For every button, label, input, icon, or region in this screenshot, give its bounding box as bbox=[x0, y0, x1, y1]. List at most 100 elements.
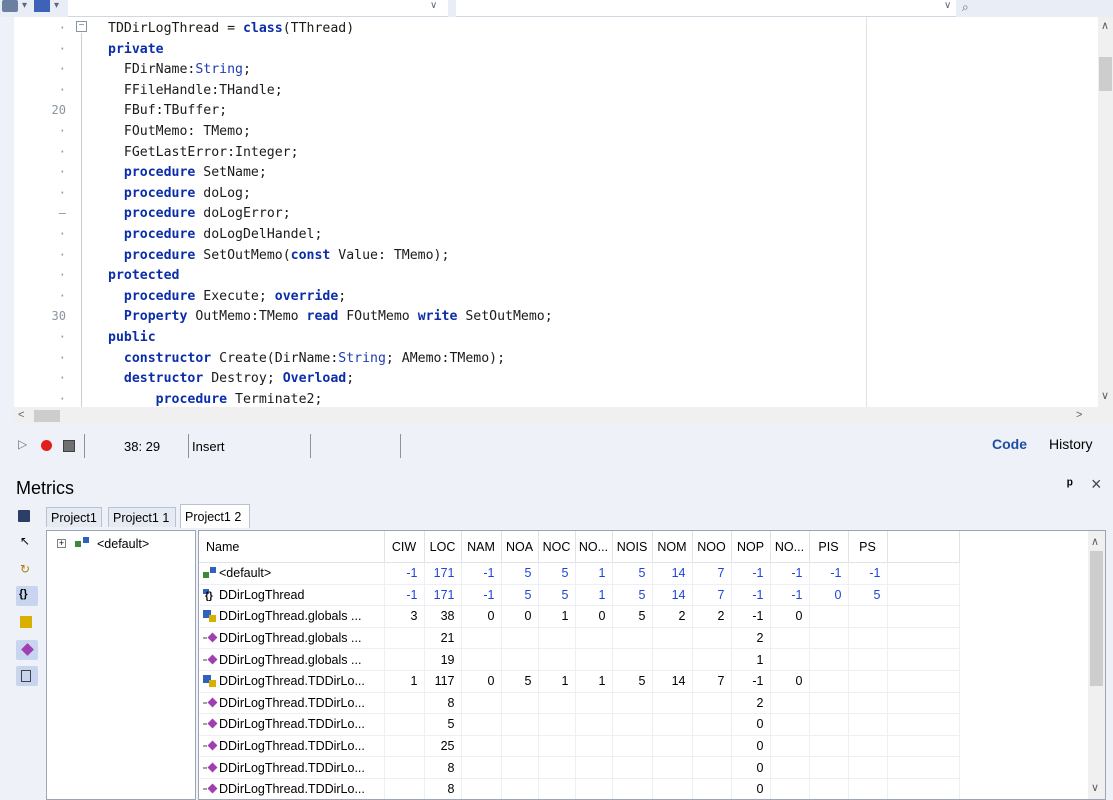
chevron-down-icon[interactable]: ▾ bbox=[22, 0, 27, 11]
chevron-down-icon[interactable]: ∨ bbox=[944, 0, 951, 11]
scroll-thumb[interactable] bbox=[34, 410, 60, 422]
code-editor[interactable]: · · · · 20 · · · · – · · · · 30 · · · · − TDDirLogThread =… bbox=[14, 17, 1098, 407]
method-icon bbox=[203, 762, 218, 774]
code-line[interactable]: FOutMemo: TMemo; bbox=[108, 124, 251, 139]
grid-vertical-scrollbar[interactable]: ∧ ∨ bbox=[1088, 530, 1106, 800]
column-header[interactable]: NOM bbox=[652, 531, 693, 563]
column-header[interactable]: NOC bbox=[538, 531, 576, 563]
table-row[interactable]: DDirLogThread.TDDirLo... 1 117 0 5 1 1 5 14 7 -1 0 bbox=[199, 670, 960, 693]
method-icon bbox=[203, 654, 218, 666]
code-line[interactable]: protected bbox=[108, 268, 179, 283]
scroll-down-icon[interactable]: ∨ bbox=[1091, 781, 1099, 794]
column-header[interactable]: Name bbox=[199, 531, 385, 563]
pin-icon[interactable]: ᵖ bbox=[1067, 476, 1073, 493]
metric-cell bbox=[384, 735, 425, 758]
play-icon[interactable]: ▷ bbox=[18, 437, 27, 451]
code-line[interactable]: constructor Create(DirName:String; AMemo… bbox=[108, 351, 505, 366]
tab-project1-2[interactable]: Project1 2 bbox=[180, 504, 250, 528]
hierarchy-view-icon[interactable] bbox=[16, 666, 38, 686]
scroll-up-icon[interactable]: ∧ bbox=[1101, 19, 1109, 32]
table-row[interactable]: DDirLogThread.TDDirLo... 8 2 bbox=[199, 692, 960, 715]
method-view-icon[interactable] bbox=[16, 640, 38, 660]
code-line[interactable]: procedure SetName; bbox=[108, 165, 267, 180]
code-line[interactable]: procedure doLog; bbox=[108, 186, 251, 201]
table-row[interactable]: DDirLogThread.globals ... 21 2 bbox=[199, 627, 960, 650]
close-icon[interactable]: × bbox=[1091, 474, 1102, 495]
scroll-up-icon[interactable]: ∧ bbox=[1091, 535, 1099, 548]
scroll-left-icon[interactable]: < bbox=[18, 409, 24, 421]
code-line[interactable]: public bbox=[108, 330, 156, 345]
edit-mode[interactable]: Insert bbox=[192, 439, 225, 454]
scroll-thumb[interactable] bbox=[1090, 551, 1103, 686]
record-icon[interactable] bbox=[41, 440, 52, 451]
table-row[interactable]: DDirLogThread.globals ... 19 1 bbox=[199, 648, 960, 671]
code-line[interactable]: Property OutMemo:TMemo read FOutMemo wri… bbox=[108, 309, 553, 324]
column-header[interactable]: CIW bbox=[384, 531, 425, 563]
class-selector-combo[interactable] bbox=[68, 0, 448, 17]
fold-collapse-icon[interactable]: − bbox=[76, 21, 87, 32]
line-number: · bbox=[58, 165, 66, 180]
code-line[interactable]: procedure Terminate2; bbox=[108, 392, 323, 407]
component-icon[interactable] bbox=[2, 0, 18, 12]
column-header[interactable]: PIS bbox=[809, 531, 849, 563]
refresh-icon[interactable]: ↻ bbox=[16, 560, 38, 580]
column-header[interactable]: NAM bbox=[461, 531, 502, 563]
scroll-thumb[interactable] bbox=[1099, 57, 1112, 91]
keyword-token: public bbox=[108, 330, 156, 345]
column-header[interactable]: NOA bbox=[501, 531, 539, 563]
table-row[interactable]: DDirLogThread.globals ... 3 38 0 0 1 0 5 2 2 -1 0 bbox=[199, 605, 960, 628]
code-line[interactable]: FGetLastError:Integer; bbox=[108, 145, 299, 160]
code-line[interactable]: destructor Destroy; Overload; bbox=[108, 371, 354, 386]
row-name-cell: DDirLogThread.TDDirLo... bbox=[199, 692, 385, 715]
class-view-icon[interactable] bbox=[16, 612, 38, 632]
metric-cell: -1 bbox=[770, 562, 810, 585]
code-line[interactable]: TDDirLogThread = class(TThread) bbox=[108, 21, 354, 36]
scroll-right-icon[interactable]: > bbox=[1076, 409, 1082, 421]
save-icon[interactable] bbox=[34, 0, 50, 12]
metric-cell bbox=[538, 735, 576, 758]
tab-history[interactable]: History bbox=[1049, 436, 1093, 452]
column-header[interactable]: PS bbox=[848, 531, 888, 563]
tab-project1-1[interactable]: Project1 1 bbox=[108, 507, 176, 527]
table-row[interactable]: DDirLogThread.TDDirLo... 8 0 bbox=[199, 756, 960, 779]
tab-code[interactable]: Code bbox=[992, 436, 1027, 452]
tab-project1[interactable]: Project1 bbox=[46, 507, 102, 527]
metrics-tree[interactable]: + <default> bbox=[46, 530, 196, 800]
table-row[interactable]: <default> -1 171 -1 5 5 1 5 14 7 -1 -1 -1 -1 bbox=[199, 562, 960, 585]
editor-horizontal-scrollbar[interactable]: < > bbox=[14, 407, 1113, 425]
column-header[interactable]: LOC bbox=[424, 531, 462, 563]
expand-icon[interactable]: + bbox=[57, 539, 66, 548]
code-line[interactable]: procedure SetOutMemo(const Value: TMemo)… bbox=[108, 248, 450, 263]
stop-icon[interactable] bbox=[63, 440, 75, 452]
code-line[interactable]: procedure doLogError; bbox=[108, 206, 291, 221]
code-token: SetName; bbox=[195, 165, 267, 181]
column-header[interactable]: NO... bbox=[575, 531, 613, 563]
search-icon[interactable]: ⌕ bbox=[962, 0, 969, 15]
line-number: 30 bbox=[51, 309, 66, 324]
code-line[interactable]: procedure Execute; override; bbox=[108, 289, 346, 304]
code-line[interactable]: FBuf:TBuffer; bbox=[108, 103, 227, 118]
code-line[interactable]: procedure doLogDelHandel; bbox=[108, 227, 323, 242]
method-selector-combo[interactable] bbox=[456, 0, 956, 17]
column-header[interactable]: NO... bbox=[770, 531, 810, 563]
save-icon[interactable] bbox=[18, 510, 30, 522]
chevron-down-icon[interactable]: ∨ bbox=[430, 0, 437, 11]
table-row[interactable]: {} DDirLogThread -1 171 -1 5 5 1 5 14 7 -1 -1 0 5 bbox=[199, 584, 960, 607]
editor-vertical-scrollbar[interactable]: ∧ ∨ bbox=[1098, 17, 1113, 407]
tree-item-default[interactable]: <default> bbox=[97, 537, 149, 551]
table-row[interactable]: DDirLogThread.TDDirLo... 5 0 bbox=[199, 713, 960, 736]
column-header[interactable]: NOO bbox=[692, 531, 732, 563]
table-row[interactable]: DDirLogThread.TDDirLo... 8 0 bbox=[199, 778, 960, 799]
chevron-down-icon[interactable]: ▾ bbox=[54, 0, 59, 11]
metrics-grid[interactable]: Name CIW LOC NAM NOA NOC NO... NOIS NOM NOO NOP NO.… bbox=[198, 530, 1090, 800]
cursor-tool-icon[interactable]: ↖ bbox=[16, 532, 38, 552]
scroll-down-icon[interactable]: ∨ bbox=[1101, 389, 1109, 402]
column-header[interactable]: NOP bbox=[731, 531, 771, 563]
code-line[interactable]: FDirName:String; bbox=[108, 62, 251, 77]
code-line[interactable]: private bbox=[108, 42, 164, 57]
unit-view-icon[interactable]: {} bbox=[16, 586, 38, 606]
column-header[interactable]: NOIS bbox=[612, 531, 653, 563]
table-row[interactable]: DDirLogThread.TDDirLo... 25 0 bbox=[199, 735, 960, 758]
code-line[interactable]: FFileHandle:THandle; bbox=[108, 83, 283, 98]
metric-cell: 7 bbox=[692, 584, 732, 607]
